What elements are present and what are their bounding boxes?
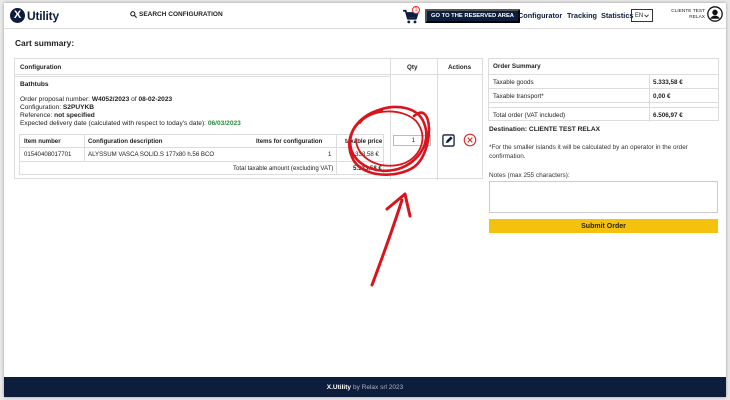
items-table: Item number Configuration description It… (19, 134, 384, 175)
page-title: Cart summary: (15, 38, 75, 48)
proposal-prefix: Order proposal number: (20, 96, 91, 103)
item-description: ALYSSUM VASCA SOLID.S 177x80 h.56 BCO (88, 151, 215, 158)
configuration-code: S2PUYKB (62, 104, 95, 111)
proposal-of: of (131, 96, 137, 103)
table-row: 01540408017701 ALYSSUM VASCA SOLID.S 177… (20, 148, 383, 162)
footer: X.Utility by Relax srl 2023 (4, 377, 726, 397)
proposal-number: W4052/2023 (91, 96, 130, 103)
summary-title: Order Summary (493, 63, 541, 70)
total-row: Total taxable amount (excluding VAT) 5.3… (20, 162, 383, 175)
cart-button[interactable]: 1 (402, 6, 420, 25)
app-window: X Utility SEARCH CONFIGURATION 1 GO TO T… (4, 3, 726, 397)
header-item-number: Item number (24, 138, 61, 145)
islands-note: *For the smaller islands it will be calc… (489, 144, 688, 160)
configuration-code-line: Configuration: S2PUYKB (20, 104, 94, 111)
total-order-label: Total order (VAT included) (493, 112, 566, 119)
language-select[interactable]: EN (631, 9, 653, 22)
proposal-date: 08-02-2023 (138, 96, 173, 103)
nav-configurator[interactable]: Configurator (518, 11, 562, 20)
column-divider (437, 59, 438, 180)
order-summary: Order Summary Taxable goods 5.333,58 € T… (488, 58, 719, 122)
item-quantity: 1 (328, 151, 332, 158)
stepper-arrows-icon[interactable]: ▲ ▼ (423, 137, 427, 144)
header-qty: Qty (407, 64, 418, 71)
header-actions: Actions (448, 64, 472, 71)
cart-table-header: Configuration Qty Actions (15, 59, 482, 75)
destination: Destination: CLIENTE TEST RELAX (489, 126, 600, 133)
quantity-value: 1 (411, 137, 416, 144)
items-header-row: Item number Configuration description It… (20, 135, 383, 148)
reference-label: Reference: (20, 112, 53, 119)
brand-name: Utility (27, 8, 59, 23)
configuration-name: Bathtubs (20, 81, 49, 88)
taxable-goods-value: 5.333,58 € (653, 79, 683, 86)
total-label: Total taxable amount (excluding VAT) (233, 165, 334, 172)
total-order-value: 6.506,97 € (653, 112, 683, 119)
delivery-line: Expected delivery date (calculated with … (20, 120, 241, 127)
submit-order-button[interactable]: Submit Order (489, 219, 718, 233)
delete-icon[interactable] (463, 133, 477, 147)
search-configuration-link[interactable]: SEARCH CONFIGURATION (130, 11, 223, 18)
top-navbar: X Utility SEARCH CONFIGURATION 1 GO TO T… (4, 3, 726, 29)
column-divider (336, 135, 337, 174)
footer-credit: by Relax srl 2023 (352, 383, 404, 391)
item-price: 5.333,58 € (350, 151, 379, 158)
avatar-icon[interactable] (707, 6, 723, 22)
transport-value: 0,00 € (653, 93, 671, 100)
divider (15, 76, 390, 77)
order-proposal-line: Order proposal number: W4052/2023 of 08-… (20, 96, 172, 103)
column-divider (390, 59, 391, 180)
total-value: 5.333,58 € (353, 165, 382, 172)
item-number: 01540408017701 (24, 151, 72, 158)
annotation-arrow-icon (370, 192, 412, 287)
logo-mark-icon: X (10, 8, 25, 23)
nav-statistics[interactable]: Statistics (601, 11, 633, 20)
brand-logo[interactable]: X Utility (10, 8, 59, 23)
notes-textarea[interactable] (489, 181, 718, 213)
header-taxable-price: taxable price (345, 138, 383, 145)
summary-header: Order Summary (489, 59, 718, 75)
user-name: CLIENTE TEST RELAX (660, 9, 705, 21)
column-divider (84, 135, 85, 162)
nav-tracking[interactable]: Tracking (567, 11, 597, 20)
transport-label: Taxable transport* (493, 93, 544, 100)
cart-table: Configuration Qty Actions Bathtubs Order… (14, 58, 483, 180)
header-description: Configuration description (88, 138, 163, 145)
reference-value: not specified (54, 112, 95, 119)
delivery-label: Expected delivery date (calculated with … (20, 120, 206, 127)
notes-label: Notes (max 255 characters): (489, 172, 570, 179)
header-configuration: Configuration (20, 64, 62, 71)
header-items-for-configuration: Items for configuration (256, 138, 323, 145)
summary-row-total: Total order (VAT included) 6.506,97 € (489, 107, 718, 122)
cart-count-badge: 1 (412, 6, 420, 14)
chevron-down-icon (644, 13, 650, 17)
user-name-line2: RELAX (689, 15, 705, 20)
summary-row-goods: Taxable goods 5.333,58 € (489, 75, 718, 89)
language-value: EN (634, 12, 644, 19)
reference-line: Reference: not specified (20, 112, 95, 119)
reserved-area-button[interactable]: GO TO THE RESERVED AREA (425, 9, 520, 23)
delivery-date: 06/03/2023 (207, 120, 241, 127)
column-divider (649, 75, 650, 122)
summary-row-transport: Taxable transport* 0,00 € (489, 89, 718, 103)
configuration-label: Configuration: (20, 104, 62, 111)
edit-icon[interactable] (442, 134, 455, 147)
search-label: SEARCH CONFIGURATION (139, 11, 223, 18)
footer-brand: X.Utility (326, 383, 351, 391)
search-icon (130, 11, 137, 18)
taxable-goods-label: Taxable goods (493, 79, 534, 86)
quantity-stepper[interactable]: 1 ▲ ▼ (393, 135, 431, 146)
